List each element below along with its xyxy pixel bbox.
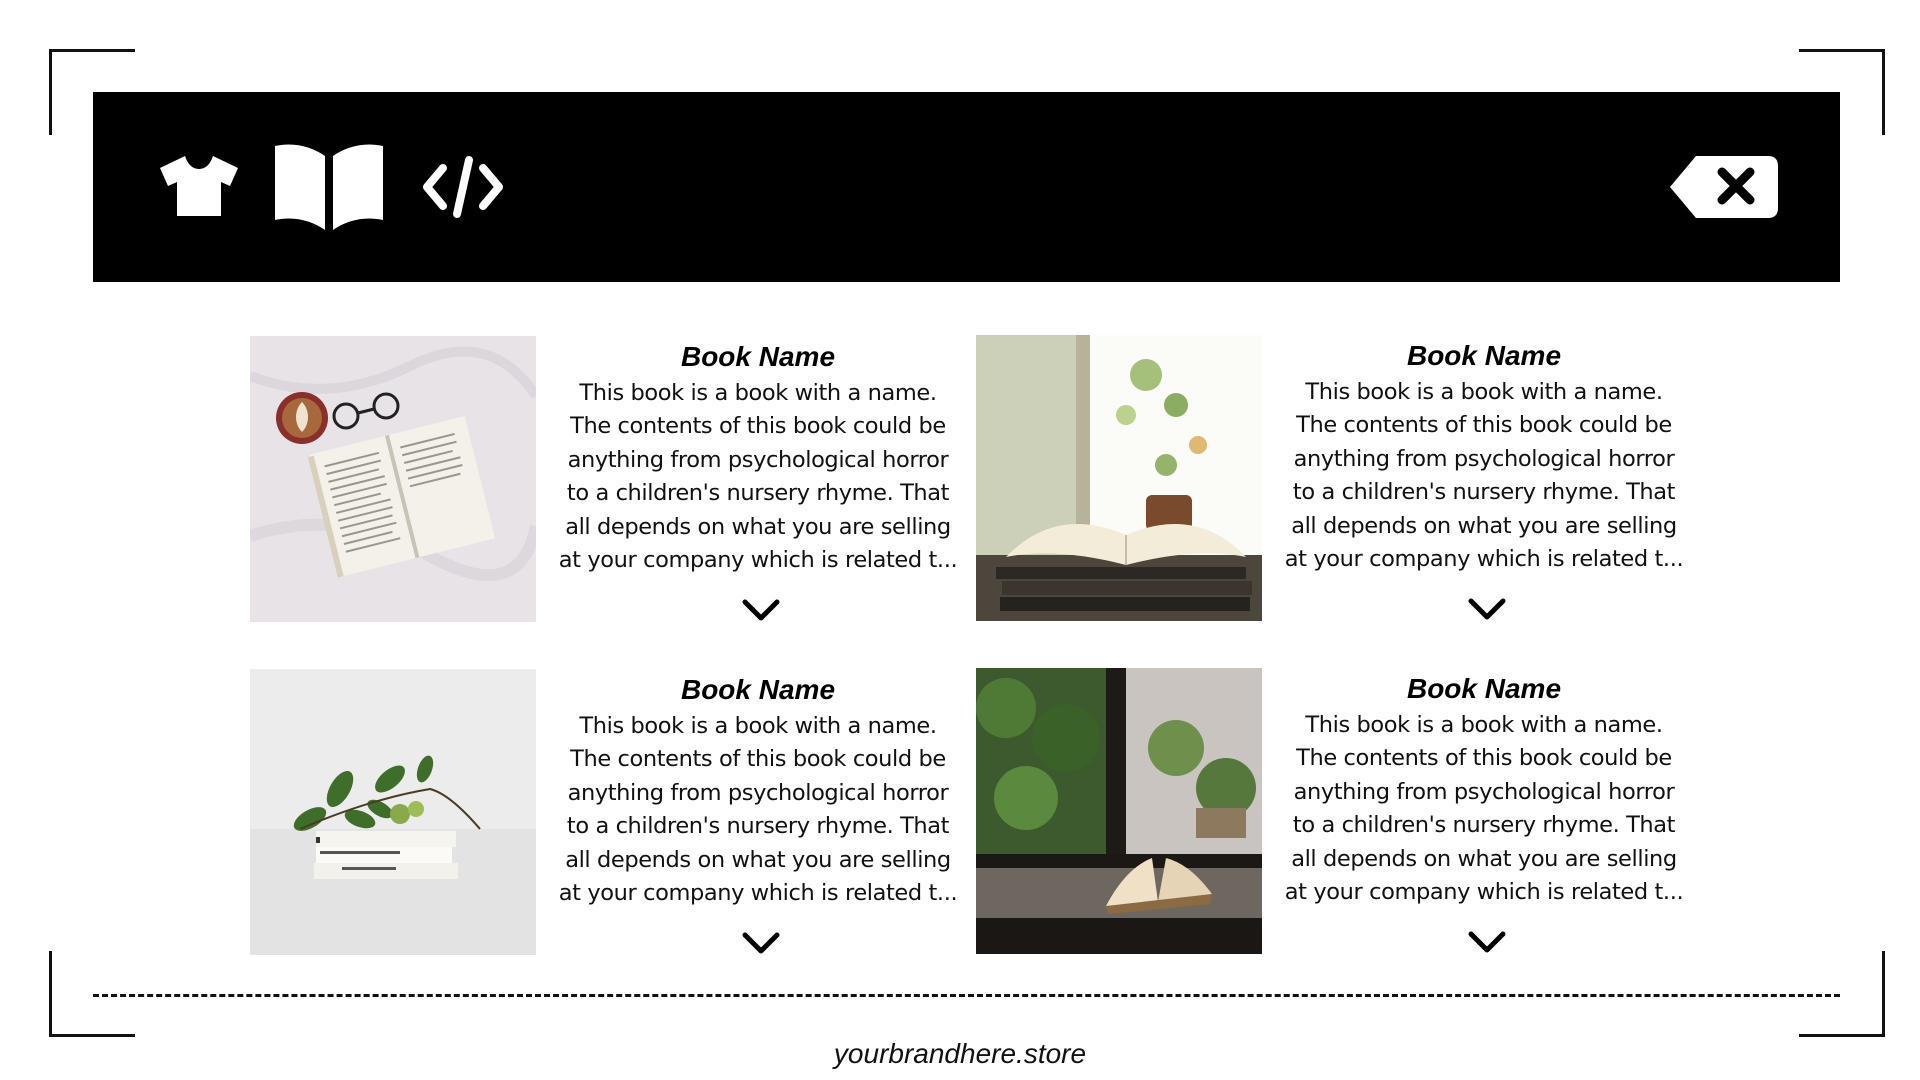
product-card: Book Name This book is a book with a nam… — [976, 335, 1696, 621]
chevron-down-icon[interactable] — [741, 931, 781, 955]
top-toolbar — [93, 92, 1840, 282]
chevron-down-icon[interactable] — [1467, 930, 1507, 954]
book-on-windowsill-photo[interactable] — [976, 668, 1262, 954]
product-title: Book Name — [680, 674, 836, 705]
product-card: Book Name This book is a book with a nam… — [976, 668, 1696, 954]
product-grid: Book Name This book is a book with a nam… — [250, 335, 1690, 956]
product-title: Book Name — [680, 341, 836, 372]
books-stack-leaves-photo[interactable] — [250, 669, 536, 955]
book-window-plant-photo[interactable] — [976, 335, 1262, 621]
product-card: Book Name This book is a book with a nam… — [250, 336, 970, 622]
shirt-icon[interactable] — [158, 154, 240, 218]
product-description: This book is a book with a name. The con… — [1284, 379, 1684, 573]
chevron-down-icon[interactable] — [1467, 597, 1507, 621]
product-info: Book Name This book is a book with a nam… — [552, 340, 964, 577]
chevron-down-icon[interactable] — [741, 598, 781, 622]
backspace-delete-icon[interactable] — [1668, 154, 1780, 220]
product-info: Book Name This book is a book with a nam… — [1278, 672, 1690, 909]
brand-footer[interactable]: yourbrandhere.store — [0, 1038, 1920, 1070]
product-description: This book is a book with a name. The con… — [558, 713, 958, 907]
product-title: Book Name — [1406, 340, 1562, 371]
product-card: Book Name This book is a book with a nam… — [250, 669, 970, 955]
code-icon[interactable] — [423, 154, 503, 220]
book-open-icon[interactable] — [271, 142, 387, 232]
book-coffee-glasses-photo[interactable] — [250, 336, 536, 622]
product-info: Book Name This book is a book with a nam… — [552, 673, 964, 910]
product-title: Book Name — [1406, 673, 1562, 704]
product-info: Book Name This book is a book with a nam… — [1278, 339, 1690, 576]
footer-divider — [93, 994, 1840, 997]
product-description: This book is a book with a name. The con… — [558, 380, 958, 574]
product-description: This book is a book with a name. The con… — [1284, 712, 1684, 906]
